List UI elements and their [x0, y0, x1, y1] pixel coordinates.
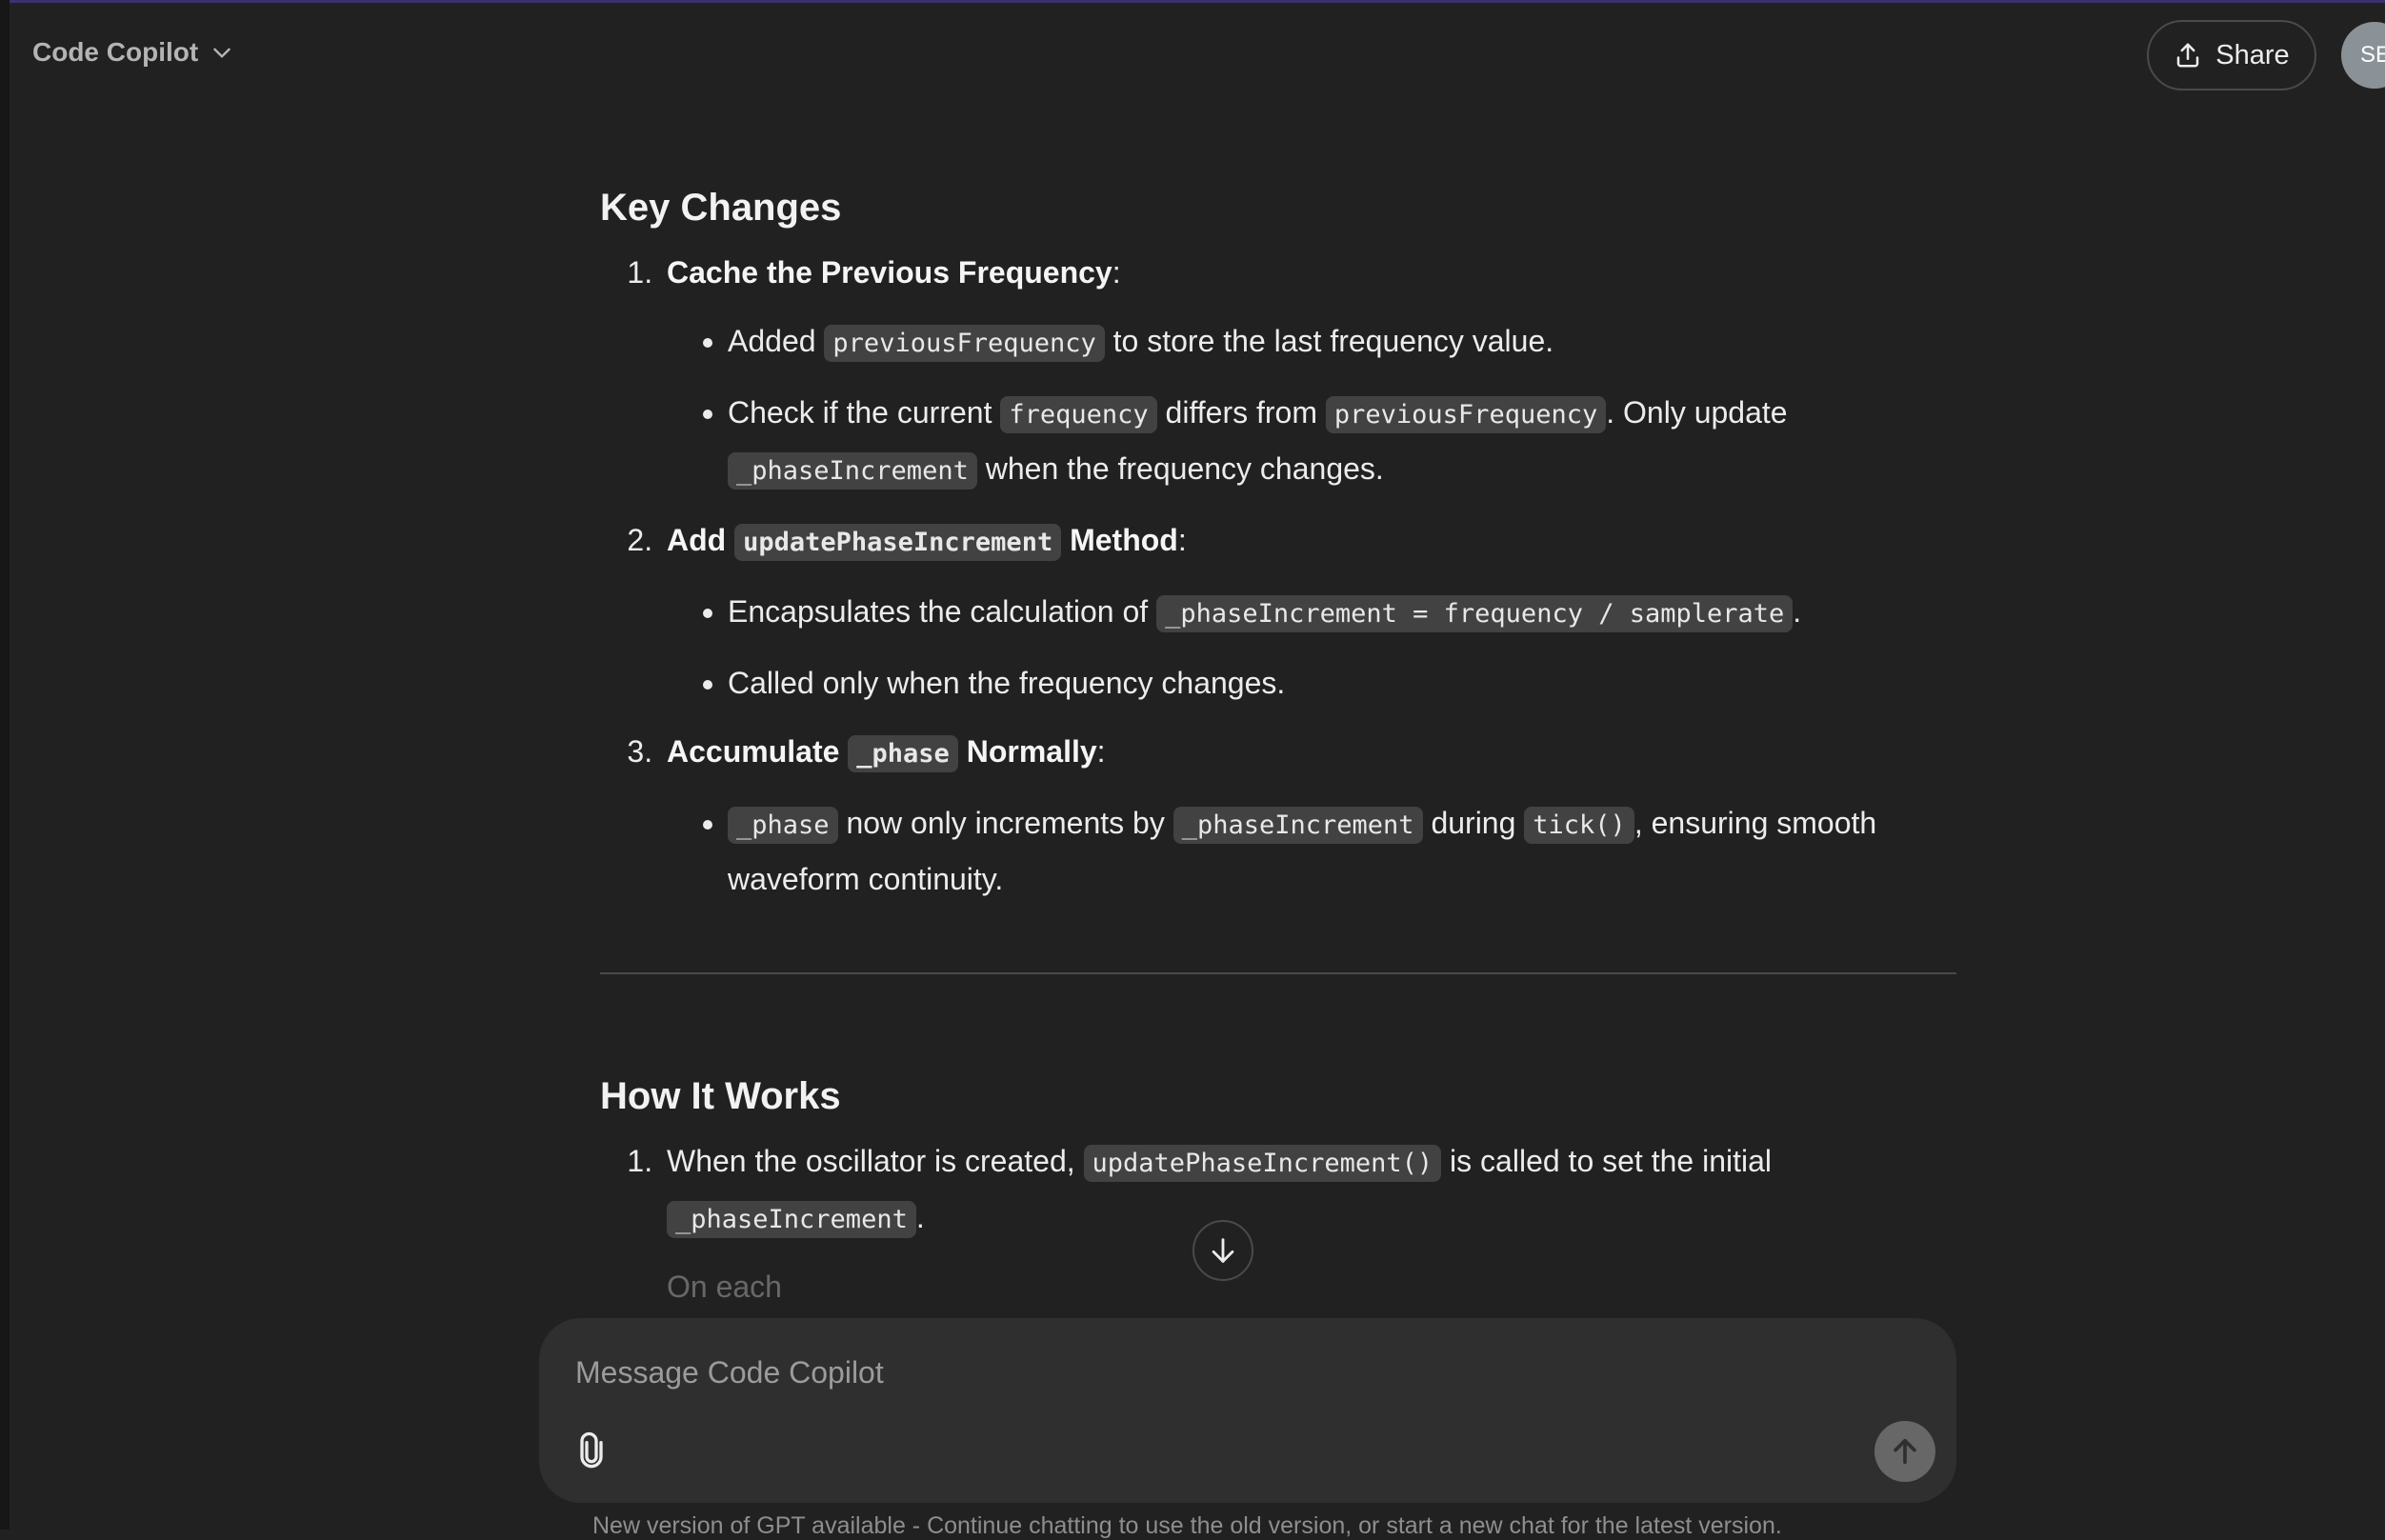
footer-note: New version of GPT available - Continue … — [592, 1512, 1782, 1539]
text: now only increments by — [837, 806, 1173, 840]
section-heading-how-it-works: How It Works — [600, 1075, 841, 1117]
inline-code: _phase — [728, 807, 838, 844]
how-it-works-list: When the oscillator is created, updatePh… — [600, 1134, 1956, 1298]
send-button[interactable] — [1874, 1421, 1935, 1482]
text: Encapsulates the calculation of — [728, 594, 1157, 629]
text: . Only update — [1606, 395, 1788, 430]
inline-code: updatePhaseIncrement() — [1083, 1145, 1442, 1182]
inline-code: tick() — [1524, 807, 1634, 844]
bullet-item: Encapsulates the calculation of _phaseIn… — [728, 585, 1956, 641]
list-item: Accumulate _phase Normally: _phase now o… — [661, 725, 1956, 906]
share-label: Share — [2215, 39, 2290, 70]
share-upload-icon — [2177, 43, 2199, 68]
bullet-item: Check if the current frequency differs f… — [728, 386, 1956, 498]
inline-code: frequency — [1000, 396, 1157, 433]
user-avatar[interactable]: SE — [2341, 22, 2385, 89]
text: during — [1422, 806, 1525, 840]
message-input[interactable] — [573, 1343, 1815, 1402]
scroll-to-bottom-button[interactable] — [1192, 1220, 1253, 1281]
attach-button[interactable] — [568, 1427, 615, 1474]
arrow-down-icon — [1212, 1238, 1234, 1263]
section-heading-key-changes: Key Changes — [600, 187, 842, 229]
bullet-item: Added previousFrequency to store the las… — [728, 314, 1956, 370]
chevron-down-icon — [213, 48, 230, 58]
bullet-list: _phase now only increments by _phaseIncr… — [667, 796, 1956, 906]
text: Added — [728, 324, 825, 358]
colon-text: : — [1096, 734, 1106, 769]
text: when the frequency changes. — [976, 451, 1384, 486]
text: Add — [667, 523, 735, 557]
bullet-list: Added previousFrequency to store the las… — [667, 314, 1956, 498]
text: to store the last frequency value. — [1104, 324, 1554, 358]
model-name: Code Copilot — [32, 37, 199, 67]
message-composer — [539, 1318, 1956, 1503]
inline-code: _phaseIncrement — [1172, 807, 1423, 844]
item-title: Add updatePhaseIncrement Method — [667, 523, 1178, 561]
inline-code: _phaseIncrement — [667, 1201, 916, 1238]
list-item: Add updatePhaseIncrement Method: Encapsu… — [661, 513, 1956, 710]
paperclip-icon — [580, 1431, 603, 1469]
text: Accumulate — [667, 734, 849, 769]
item-title: Cache the Previous Frequency — [667, 255, 1112, 290]
text: is called to set the initial — [1441, 1144, 1772, 1178]
section-divider — [600, 972, 1956, 974]
inline-code: _phaseIncrement = frequency / samplerate — [1156, 595, 1794, 632]
text: Method — [1061, 523, 1178, 557]
colon-text: : — [1112, 255, 1121, 290]
inline-code: previousFrequency — [1325, 396, 1607, 433]
key-changes-list: Cache the Previous Frequency: Added prev… — [600, 246, 1956, 906]
inline-code: _phaseIncrement — [728, 452, 977, 490]
text: Normally — [957, 734, 1097, 769]
list-item: Cache the Previous Frequency: Added prev… — [661, 246, 1956, 498]
list-item-partial: On each — [661, 1260, 1956, 1298]
top-bar: Code Copilot Share SE — [10, 3, 2385, 112]
bullet-item: _phase now only increments by _phaseIncr… — [728, 796, 1956, 906]
text: . — [1793, 594, 1802, 629]
bullet-item: Called only when the frequency changes. — [728, 656, 1956, 710]
arrow-up-icon — [1894, 1438, 1916, 1465]
item-title: Accumulate _phase Normally — [667, 734, 1097, 772]
text: Check if the current — [728, 395, 1001, 430]
text: . — [915, 1200, 925, 1234]
inline-code: updatePhaseIncrement — [734, 524, 1062, 561]
bullet-list: Encapsulates the calculation of _phaseIn… — [667, 585, 1956, 710]
text: When the oscillator is created, — [667, 1144, 1084, 1178]
assistant-message: Key Changes Cache the Previous Frequency… — [600, 181, 1956, 1311]
avatar-initials: SE — [2360, 42, 2385, 68]
model-selector[interactable]: Code Copilot — [32, 37, 234, 68]
list-item: When the oscillator is created, updatePh… — [661, 1134, 1956, 1247]
text: differs from — [1156, 395, 1326, 430]
sidebar-edge — [0, 0, 10, 1530]
inline-code: _phase — [848, 735, 958, 772]
share-button[interactable]: Share — [2147, 20, 2316, 90]
inline-code: previousFrequency — [824, 325, 1105, 362]
colon-text: : — [1177, 523, 1187, 557]
